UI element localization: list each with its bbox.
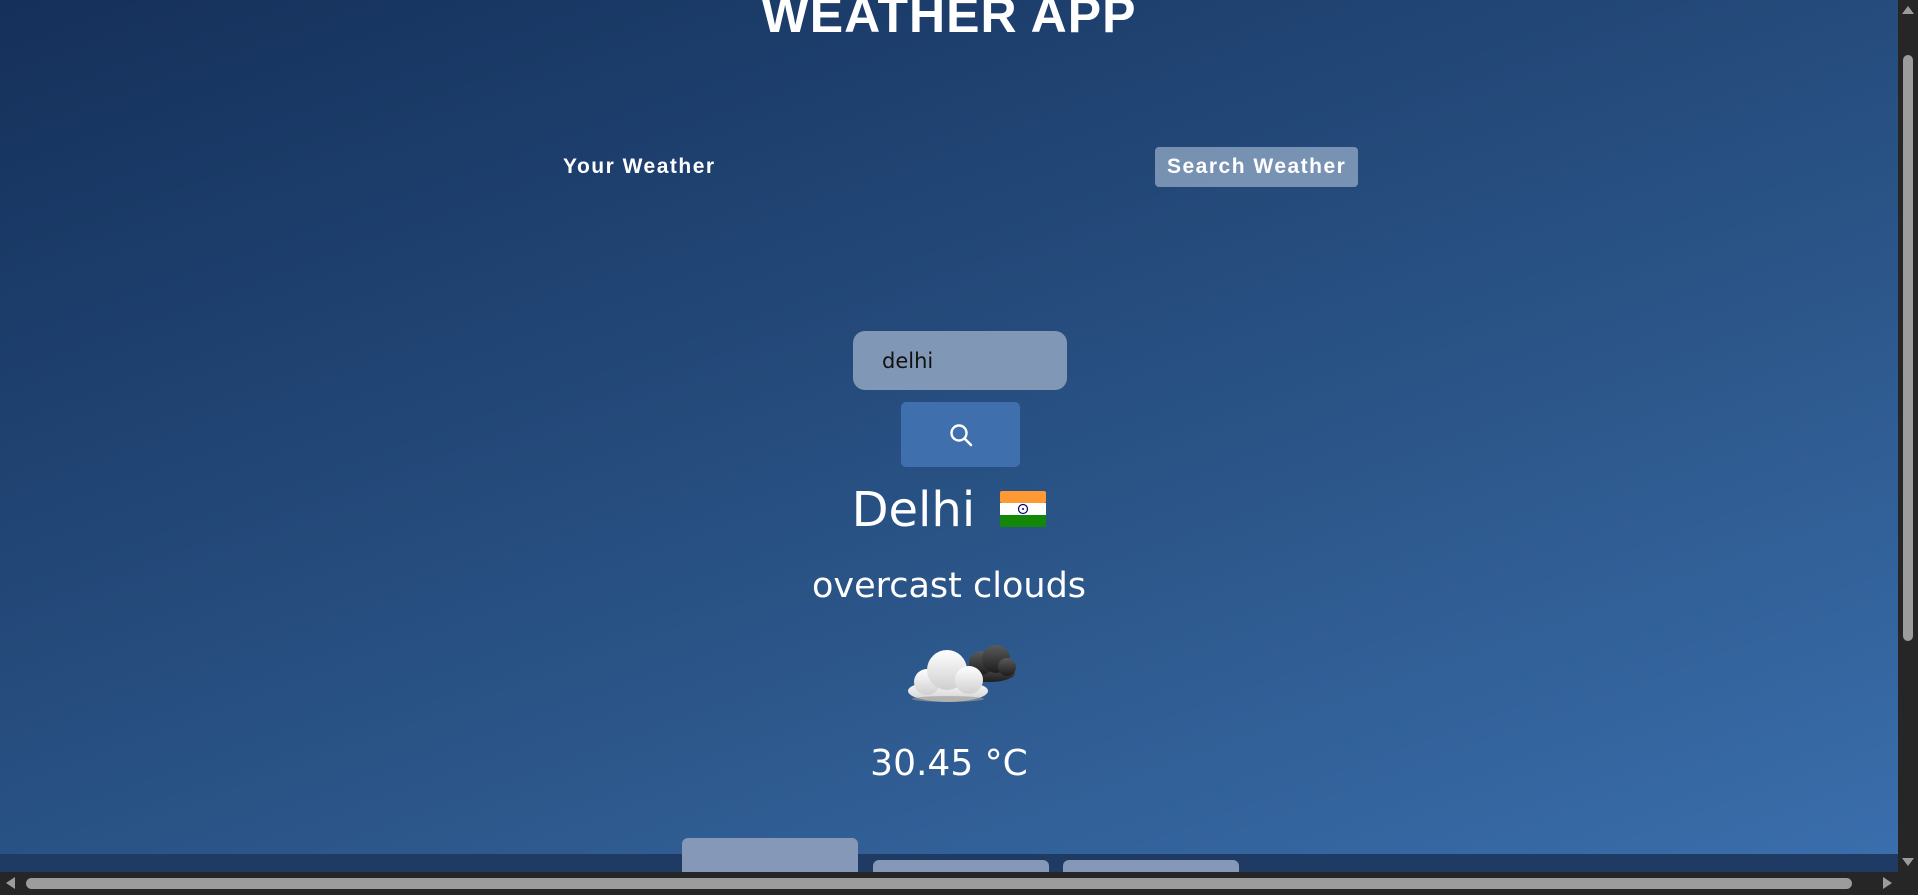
- horizontal-scrollbar[interactable]: [0, 872, 1898, 895]
- scrollbar-corner: [1898, 875, 1918, 895]
- search-button[interactable]: [901, 402, 1020, 467]
- tab-your-weather[interactable]: Your Weather: [551, 147, 728, 187]
- scroll-up-arrow-icon[interactable]: [1902, 6, 1914, 14]
- app-title: WEATHER APP: [761, 0, 1137, 43]
- horizontal-scrollbar-thumb[interactable]: [26, 878, 1852, 889]
- weather-description: overcast clouds: [811, 566, 1087, 606]
- tab-search-weather[interactable]: Search Weather: [1155, 147, 1359, 187]
- scroll-down-arrow-icon[interactable]: [1902, 858, 1914, 866]
- city-search-input[interactable]: [853, 331, 1067, 390]
- india-flag-icon: [1000, 491, 1047, 527]
- forecast-card: [682, 838, 858, 873]
- overcast-clouds-icon: [908, 645, 1016, 702]
- vertical-scrollbar-thumb[interactable]: [1903, 55, 1913, 641]
- vertical-scrollbar[interactable]: [1898, 0, 1918, 875]
- temperature: 30.45 °C: [870, 743, 1028, 784]
- search-icon: [949, 423, 972, 446]
- scroll-left-arrow-icon[interactable]: [6, 877, 15, 889]
- city-heading: Delhi: [0, 482, 1898, 538]
- city-name: Delhi: [851, 482, 976, 538]
- app-viewport: WEATHER APP Your Weather Search Weather …: [0, 0, 1898, 854]
- scroll-right-arrow-icon[interactable]: [1883, 877, 1892, 889]
